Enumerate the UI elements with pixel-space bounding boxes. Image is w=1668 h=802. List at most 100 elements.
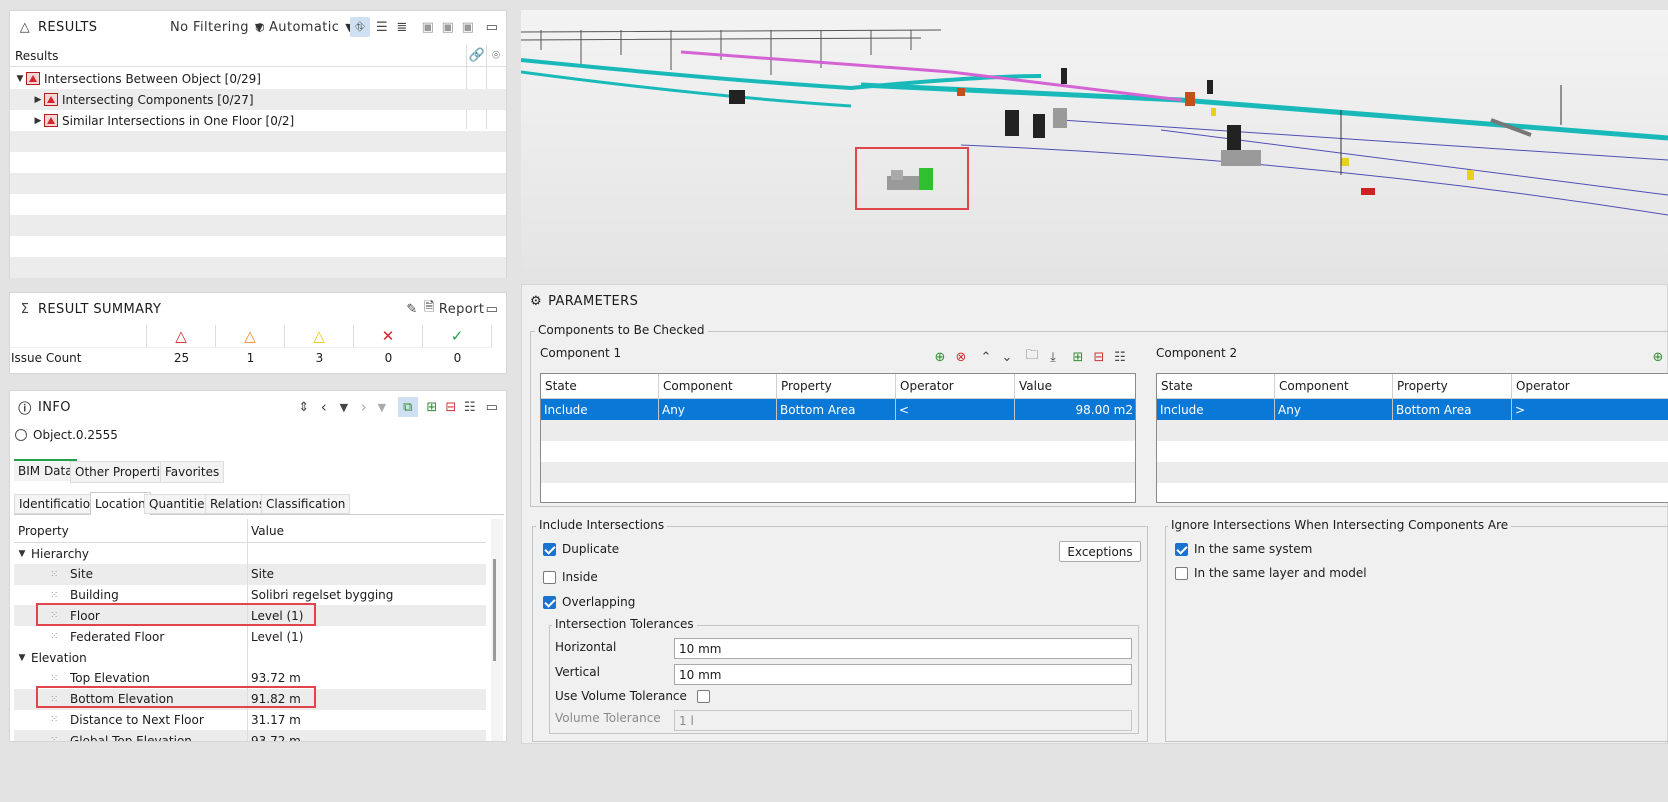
summary-title: RESULT SUMMARY [38,301,162,317]
expand-arrow-icon[interactable]: ▶ [32,95,44,105]
tree-row[interactable]: ▶ Similar Intersections in One Floor [0/… [10,110,506,131]
move-down-icon[interactable]: ⌄ [997,347,1017,367]
collapse-arrow-icon[interactable]: ▼ [16,653,28,663]
list-icon[interactable]: ☷ [460,397,480,417]
filter-dropdown[interactable]: No Filtering ▼ [170,17,264,37]
inside-checkbox[interactable]: Inside [543,570,598,584]
checkbox-unchecked[interactable] [1175,566,1188,580]
tree-row[interactable]: ▼ Intersections Between Object [0/29] [10,68,506,89]
remove-group-icon[interactable]: ⊟ [1089,347,1109,367]
property-row[interactable]: ⁙ Federated Floor Level (1) [14,626,486,648]
cell-value[interactable]: 98.00 m2 [1015,399,1135,420]
filter-list-icon[interactable]: ≣ [392,17,412,37]
chevron-down-icon[interactable]: ▼ [372,397,392,417]
list-icon[interactable]: ☷ [1110,347,1130,367]
link-icon[interactable]: 🔗 [467,46,487,66]
same-layer-checkbox[interactable]: In the same layer and model [1175,566,1367,580]
info-icon: ⓘ [18,401,32,417]
duplicate-checkbox[interactable]: Duplicate [543,542,619,556]
table-row[interactable]: Include Any Bottom Area > [1157,399,1668,420]
download-icon[interactable]: ⤓ [1043,347,1063,367]
issue-count-value: 25 [173,350,190,365]
tab-favorites[interactable]: Favorites [160,461,225,483]
inside-label: Inside [562,570,598,584]
issue-add-icon[interactable]: ▣ [438,17,458,37]
drag-handle-icon[interactable]: ⁙ [50,569,62,580]
vertical-input[interactable]: 10 mm [674,664,1132,685]
property-name: Elevation [31,650,87,665]
table-row[interactable]: Include Any Bottom Area < 98.00 m2 [541,399,1135,420]
cell-operator[interactable]: > [1512,399,1631,420]
add-group-icon[interactable]: ⊞ [1068,347,1088,367]
remove-favorite-icon[interactable]: ⊟ [441,397,461,417]
forward-icon[interactable]: › [354,397,374,417]
same-system-checkbox[interactable]: In the same system [1175,542,1312,556]
add-row-icon[interactable]: ⊕ [1648,347,1668,367]
move-up-icon[interactable]: ⌃ [976,347,996,367]
subtab-location[interactable]: Location [90,492,151,515]
back-icon[interactable]: ‹ [314,397,334,417]
maximize-icon[interactable]: ▭ [482,17,502,37]
maximize-icon[interactable]: ▭ [482,397,502,417]
cell-state[interactable]: Include [541,399,659,420]
property-group-row[interactable]: ▼ Hierarchy [14,543,486,564]
sort-arrows-icon[interactable]: ⇕ [294,397,314,417]
report-button[interactable]: 🗎 Report [424,299,484,319]
chevron-down-icon[interactable]: ▼ [334,397,354,417]
open-folder-icon[interactable]: 🗀 [1022,347,1042,367]
same-layer-label: In the same layer and model [1194,566,1367,580]
tab-bim-data[interactable]: BIM Data [14,459,77,481]
subtab-classification[interactable]: Classification [261,494,351,514]
checkbox-checked[interactable] [543,542,556,556]
checkbox-checked[interactable] [1175,542,1188,556]
horizontal-input[interactable]: 10 mm [674,638,1132,659]
drag-handle-icon[interactable]: ⁙ [50,735,62,741]
rule-check-icon[interactable]: ✎ [402,299,422,319]
cell-property[interactable]: Bottom Area [1393,399,1512,420]
delete-row-icon[interactable]: ⊗ [951,347,971,367]
drag-handle-icon[interactable]: ⁙ [50,631,62,642]
cell-component[interactable]: Any [659,399,777,420]
cell-component[interactable]: Any [1275,399,1393,420]
issue-remove-icon[interactable]: ▣ [458,17,478,37]
empty-row [10,215,506,236]
property-row[interactable]: ⁙ Site Site [14,563,486,585]
3d-model-view[interactable] [521,10,1668,280]
add-row-icon[interactable]: ⊕ [930,347,950,367]
overlapping-checkbox[interactable]: Overlapping [543,595,635,609]
checkbox-unchecked[interactable] [696,689,710,703]
cell-operator[interactable]: < [896,399,1015,420]
scrollbar[interactable] [491,519,503,741]
numbered-list-icon[interactable]: ☰ [372,17,392,37]
tree-row[interactable]: ▶ Intersecting Components [0/27] [10,89,506,110]
issue-icon[interactable]: ▣ [418,17,438,37]
select-mode-icon[interactable]: ⧉ [398,397,418,417]
mode-dropdown[interactable]: ⬡ Automatic ▼ [255,17,354,37]
checkbox-checked[interactable] [543,595,556,609]
property-row[interactable]: ⁙ Global Top Elevation 93.72 m [14,730,486,741]
expand-arrow-icon[interactable]: ▶ [32,116,44,126]
horizontal-label: Horizontal [555,640,617,654]
drag-handle-icon[interactable]: ⁙ [50,673,62,684]
checkbox-unchecked[interactable] [543,570,556,584]
add-favorite-icon[interactable]: ⊞ [422,397,442,417]
collapse-arrow-icon[interactable]: ▼ [14,74,26,84]
property-column-header: Property [14,518,248,543]
maximize-icon[interactable]: ▭ [482,299,502,319]
collapse-arrow-icon[interactable]: ▼ [16,549,28,559]
camera-view-icon[interactable]: ⌾ [486,46,506,66]
categorize-icon[interactable]: ⛗ [350,17,370,37]
property-row[interactable]: ⁙ Distance to Next Floor 31.17 m [14,709,486,731]
scrollbar-thumb[interactable] [493,559,496,661]
cell-state[interactable]: Include [1157,399,1275,420]
critical-issue-icon [44,114,58,127]
drag-handle-icon[interactable]: ⁙ [50,590,62,601]
use-volume-row[interactable]: Use Volume Tolerance [555,689,716,703]
drag-handle-icon[interactable]: ⁙ [50,714,62,725]
property-cell: ⁙ Distance to Next Floor [14,709,248,731]
exceptions-button[interactable]: Exceptions [1059,541,1141,562]
highlight-bottom-elevation [36,686,316,708]
property-group-row[interactable]: ▼ Elevation [14,647,486,668]
cell-property[interactable]: Bottom Area [777,399,896,420]
property-cell: ▼ Hierarchy [14,543,248,564]
